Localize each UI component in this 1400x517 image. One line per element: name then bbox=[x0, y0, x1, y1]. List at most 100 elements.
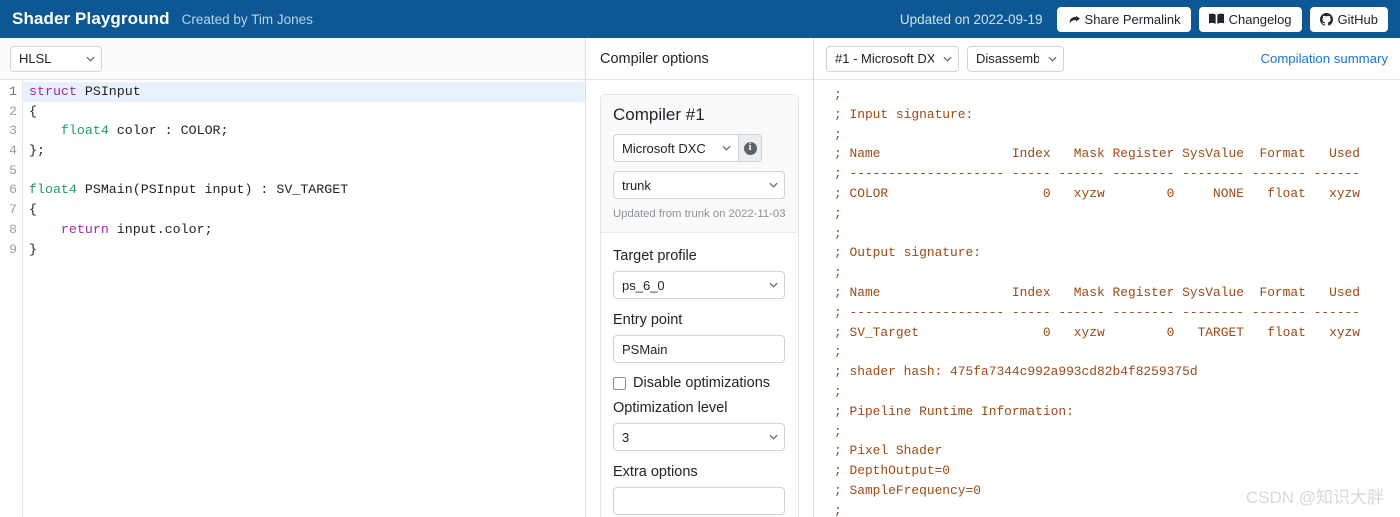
code-token: { bbox=[29, 103, 37, 119]
code-editor[interactable]: 123456789 struct PSInput{ float4 color :… bbox=[0, 80, 585, 517]
compiler-options-body: Compiler #1 Microsoft DXC i trunk Update… bbox=[586, 80, 813, 517]
github-button[interactable]: GitHub bbox=[1309, 6, 1388, 32]
disassembly-line: ; shader hash: 475fa7344c992a993cd82b4f8… bbox=[834, 364, 1198, 380]
share-icon bbox=[1067, 13, 1080, 26]
share-permalink-button[interactable]: Share Permalink bbox=[1056, 6, 1191, 32]
disassembly-compiler-select[interactable]: #1 - Microsoft DXC bbox=[826, 45, 959, 72]
github-icon bbox=[1319, 12, 1333, 26]
branch-updated-note: Updated from trunk on 2022-11-03 bbox=[613, 208, 786, 220]
branch-select-wrap: trunk bbox=[613, 162, 785, 199]
code-line: float4 color : COLOR; bbox=[23, 121, 585, 141]
code-line: { bbox=[23, 102, 585, 122]
disable-optimizations-checkbox[interactable] bbox=[613, 376, 626, 390]
disassembly-toolbar: #1 - Microsoft DXC Disassembly Compilati… bbox=[814, 38, 1400, 80]
app-byline: Created by Tim Jones bbox=[181, 11, 313, 27]
disassembly-line: ; -------------------- ----- ------ ----… bbox=[834, 304, 1361, 320]
disassembly-line: ; Pipeline Runtime Information: bbox=[834, 403, 1074, 419]
code-token: input.color; bbox=[108, 221, 213, 237]
target-profile-wrap: ps_6_0 bbox=[613, 271, 785, 299]
line-number: 8 bbox=[9, 221, 17, 237]
editor-toolbar: HLSL bbox=[0, 38, 585, 80]
line-number: 4 bbox=[9, 143, 17, 159]
optimization-level-select[interactable]: 3 bbox=[613, 423, 785, 451]
share-permalink-label: Share Permalink bbox=[1084, 11, 1181, 27]
disassembly-pane: #1 - Microsoft DXC Disassembly Compilati… bbox=[814, 38, 1400, 517]
language-select-wrap: HLSL bbox=[10, 45, 102, 72]
line-number: 7 bbox=[9, 202, 17, 218]
disassembly-line: ; COLOR 0 xyzw 0 NONE float xyzw bbox=[834, 185, 1361, 201]
compiler-options-title: Compiler options bbox=[600, 50, 709, 67]
code-line: { bbox=[23, 200, 585, 220]
editor-pane: HLSL 123456789 struct PSInput{ float4 co… bbox=[0, 38, 586, 517]
header-actions: Updated on 2022-09-19 Share Permalink Ch… bbox=[899, 6, 1388, 32]
disassembly-line: ; bbox=[834, 423, 842, 439]
target-profile-select[interactable]: ps_6_0 bbox=[613, 271, 785, 299]
compiler-card-header: Compiler #1 Microsoft DXC i trunk Update… bbox=[601, 95, 798, 233]
line-number: 2 bbox=[9, 103, 17, 119]
code-content[interactable]: struct PSInput{ float4 color : COLOR;}; … bbox=[23, 80, 585, 517]
code-line: } bbox=[23, 240, 585, 260]
main-content: HLSL 123456789 struct PSInput{ float4 co… bbox=[0, 38, 1400, 517]
code-token: float4 bbox=[29, 182, 77, 198]
disassembly-line: ; -------------------- ----- ------ ----… bbox=[834, 166, 1361, 182]
language-select[interactable]: HLSL bbox=[10, 45, 102, 72]
entry-point-label: Entry point bbox=[613, 312, 683, 328]
code-token: }; bbox=[29, 143, 45, 159]
disassembly-line: ; bbox=[834, 126, 842, 142]
disassembly-line: ; DepthOutput=0 bbox=[834, 463, 951, 479]
app-title: Shader Playground bbox=[12, 9, 170, 28]
compiler-select-row: Microsoft DXC i bbox=[613, 134, 786, 162]
compilation-summary-link[interactable]: Compilation summary bbox=[1260, 51, 1388, 66]
extra-options-input[interactable] bbox=[613, 487, 785, 515]
line-number-gutter: 1 2 3 4 5 6 7 8 9 bbox=[0, 80, 18, 517]
compiler-card-body: Target profile ps_6_0 Entry point Disabl… bbox=[601, 233, 798, 517]
code-token: } bbox=[29, 241, 37, 257]
disassembly-view-select[interactable]: Disassembly bbox=[967, 45, 1064, 72]
line-number: 9 bbox=[9, 241, 17, 257]
disable-optimizations-label: Disable optimizations bbox=[633, 375, 771, 391]
extra-options-label: Extra options bbox=[613, 464, 698, 480]
watermark: CSDN @知识大胖 bbox=[1245, 488, 1384, 507]
github-label: GitHub bbox=[1337, 11, 1378, 27]
disassembly-line: ; bbox=[834, 225, 842, 241]
disassembly-line: ; Output signature: bbox=[834, 245, 981, 261]
line-number: 3 bbox=[9, 123, 17, 139]
code-token: return bbox=[60, 221, 109, 237]
info-icon: i bbox=[743, 141, 757, 155]
optimization-level-label: Optimization level bbox=[613, 400, 728, 416]
code-token: float4 bbox=[60, 123, 109, 139]
code-line: return input.color; bbox=[23, 220, 585, 240]
code-token: { bbox=[29, 202, 37, 218]
disassembly-line: ; Input signature: bbox=[834, 106, 974, 122]
code-token: PSMain(PSInput input) : SV_TARGET bbox=[76, 182, 349, 198]
updated-label: Updated on 2022-09-19 bbox=[899, 11, 1043, 27]
disassembly-line: ; bbox=[834, 205, 842, 221]
target-profile-label: Target profile bbox=[613, 248, 697, 264]
line-number: 5 bbox=[9, 162, 17, 178]
compiler-card: Compiler #1 Microsoft DXC i trunk Update… bbox=[600, 94, 799, 517]
disassembly-line: ; SV_Target 0 xyzw 0 TARGET float xyzw bbox=[834, 324, 1361, 340]
disassembly-line: ; bbox=[834, 265, 842, 281]
compiler-info-button[interactable]: i bbox=[738, 134, 762, 162]
entry-point-input[interactable] bbox=[613, 335, 785, 363]
disassembly-line: ; Name Index Mask Register SysValue Form… bbox=[834, 284, 1361, 300]
changelog-button[interactable]: Changelog bbox=[1198, 6, 1302, 32]
disassembly-output: ; ; Input signature:; ; Name Index Mask Re… bbox=[814, 80, 1400, 517]
compiler-select-wrap: Microsoft DXC bbox=[613, 134, 738, 162]
code-token: color : COLOR; bbox=[108, 123, 229, 139]
compiler-options-pane: Compiler options Compiler #1 Microsoft D… bbox=[586, 38, 814, 517]
app-header: Shader Playground Created by Tim Jones U… bbox=[0, 0, 1400, 38]
line-number: 6 bbox=[9, 182, 17, 198]
line-number: 1 bbox=[9, 84, 17, 99]
disassembly-compiler-wrap: #1 - Microsoft DXC bbox=[826, 45, 959, 72]
branch-select[interactable]: trunk bbox=[613, 171, 785, 199]
disable-optimizations-row[interactable]: Disable optimizations bbox=[613, 375, 786, 391]
disassembly-line: ; bbox=[834, 383, 842, 399]
code-line: float4 PSMain(PSInput input) : SV_TARGET bbox=[23, 180, 585, 200]
code-line: struct PSInput bbox=[23, 82, 585, 102]
compiler-select[interactable]: Microsoft DXC bbox=[613, 134, 738, 162]
code-token: struct bbox=[29, 84, 77, 99]
compiler-card-title: Compiler #1 bbox=[613, 105, 705, 124]
